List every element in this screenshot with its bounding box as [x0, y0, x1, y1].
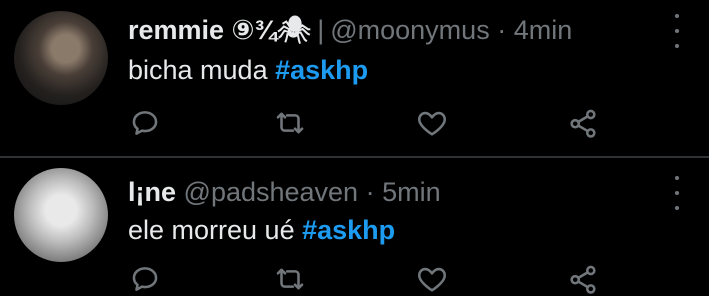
display-name[interactable]: remmie ⑨¾🕷	[128, 15, 311, 45]
tweet-text-body: ele morreu ué	[128, 215, 295, 245]
reply-icon	[132, 111, 158, 135]
like-icon	[418, 267, 446, 292]
timestamp[interactable]: 4min	[514, 15, 573, 45]
reply-button[interactable]	[128, 262, 162, 296]
username-handle[interactable]: @padsheaven	[184, 177, 359, 207]
more-options-icon[interactable]	[671, 176, 683, 210]
time-dot: ·	[497, 15, 507, 45]
retweet-button[interactable]	[273, 262, 307, 296]
reply-button[interactable]	[128, 106, 162, 140]
more-options-icon[interactable]	[671, 14, 683, 48]
like-button[interactable]	[415, 106, 449, 140]
time-dot: ·	[365, 177, 375, 207]
share-icon	[570, 265, 596, 294]
retweet-icon	[276, 112, 304, 134]
retweet-icon	[276, 268, 304, 290]
hashtag-link[interactable]: #askhp	[302, 215, 395, 245]
reply-icon	[132, 267, 158, 291]
tweet-header: remmie ⑨¾🕷 | @moonymus · 4min	[128, 12, 572, 48]
tweet-text: bicha muda #askhp	[128, 52, 368, 88]
like-icon	[418, 111, 446, 136]
action-bar	[0, 106, 709, 140]
share-button[interactable]	[566, 106, 600, 140]
display-name[interactable]: l¡ne	[128, 177, 176, 207]
tweet-text-body: bicha muda	[128, 55, 268, 85]
tweet-header: l¡ne @padsheaven · 5min	[128, 174, 441, 210]
tweet-text: ele morreu ué #askhp	[128, 212, 395, 248]
action-bar	[0, 262, 709, 296]
tweet[interactable]: remmie ⑨¾🕷 | @moonymus · 4min bicha muda #…	[0, 0, 709, 155]
share-button[interactable]	[566, 262, 600, 296]
retweet-button[interactable]	[273, 106, 307, 140]
separator: |	[317, 15, 325, 45]
like-button[interactable]	[415, 262, 449, 296]
timestamp[interactable]: 5min	[382, 177, 441, 207]
tweet[interactable]: l¡ne @padsheaven · 5min ele morreu ué #a…	[0, 158, 709, 296]
share-icon	[570, 109, 596, 138]
avatar[interactable]	[14, 11, 108, 105]
username-handle[interactable]: @moonymus	[330, 15, 489, 45]
avatar[interactable]	[14, 168, 108, 262]
hashtag-link[interactable]: #askhp	[275, 55, 368, 85]
